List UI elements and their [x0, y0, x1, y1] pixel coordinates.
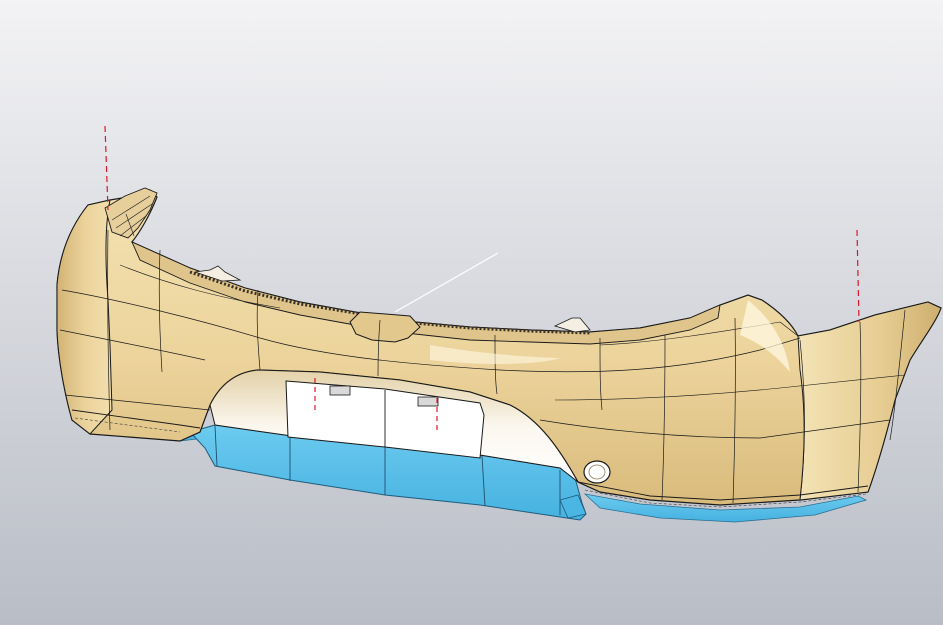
cad-3d-viewport[interactable] [0, 0, 943, 625]
plate-clip-right [417, 396, 439, 407]
tow-hook-opening[interactable] [583, 460, 611, 484]
plate-clip-left [329, 385, 351, 396]
model-canvas[interactable] [0, 0, 943, 625]
